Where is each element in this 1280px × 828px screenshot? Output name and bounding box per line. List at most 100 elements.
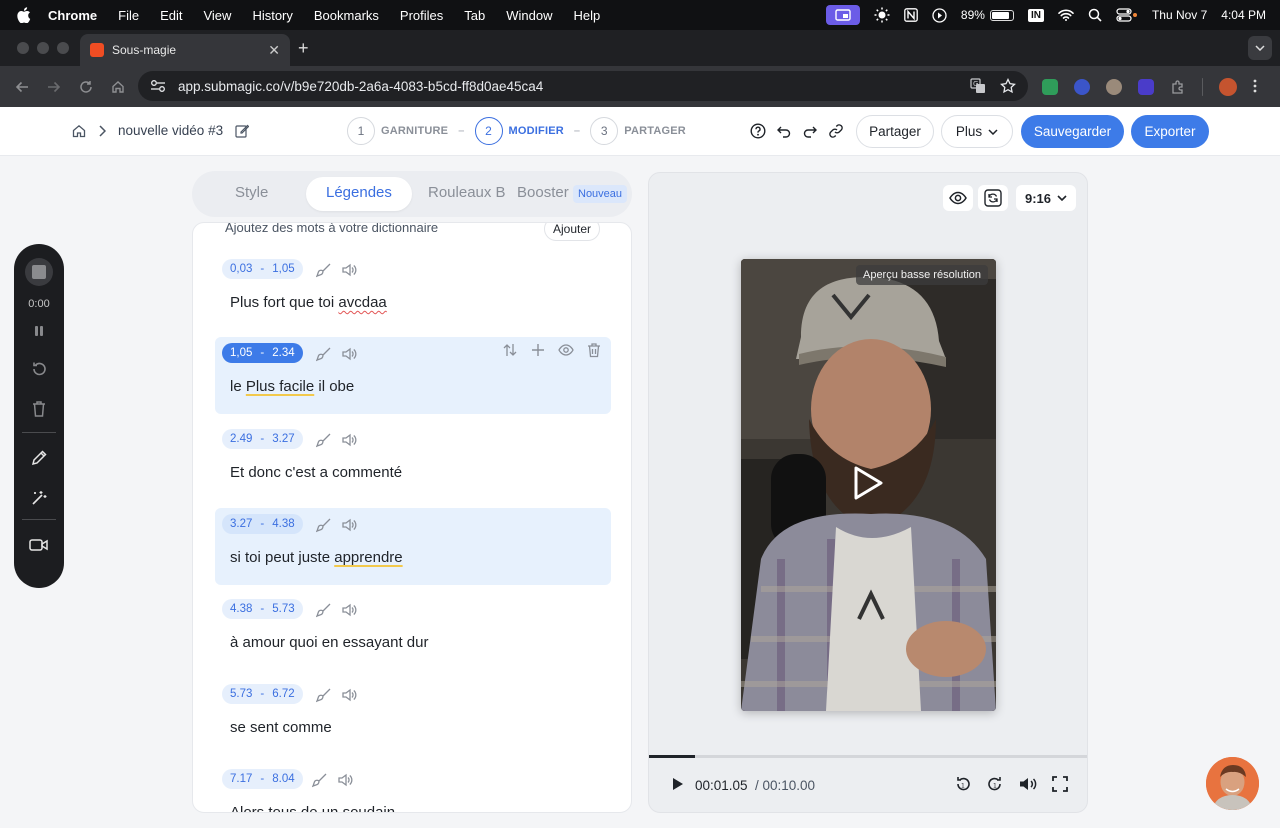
apple-icon[interactable] bbox=[0, 7, 48, 23]
maximize-window-button[interactable] bbox=[57, 42, 69, 54]
brush-icon[interactable] bbox=[316, 262, 332, 278]
more-button[interactable]: Plus bbox=[941, 115, 1013, 148]
project-name[interactable]: nouvelle vidéo #3 bbox=[118, 123, 223, 138]
share-button[interactable]: Partager bbox=[856, 115, 934, 148]
forward-icon[interactable]: 1 bbox=[986, 775, 1004, 793]
extension-avatar-icon[interactable] bbox=[1106, 79, 1122, 95]
tab-booster[interactable]: Booster bbox=[517, 184, 569, 201]
caption-text[interactable]: Alors tous de un soudain bbox=[230, 804, 395, 812]
camera-icon[interactable] bbox=[29, 538, 49, 552]
reload-icon[interactable] bbox=[70, 80, 102, 94]
step-1-number[interactable]: 1 bbox=[347, 117, 375, 145]
tab-style[interactable]: Style bbox=[235, 184, 268, 201]
input-source-badge[interactable]: IN bbox=[1027, 8, 1044, 22]
rewind-icon[interactable]: 1 bbox=[954, 775, 972, 793]
tab-broll[interactable]: Rouleaux B bbox=[428, 184, 506, 201]
restart-icon[interactable] bbox=[30, 360, 48, 378]
home-icon[interactable] bbox=[72, 124, 86, 138]
step-3-number[interactable]: 3 bbox=[590, 117, 619, 145]
speaker-icon[interactable] bbox=[341, 432, 357, 448]
back-icon[interactable] bbox=[6, 80, 38, 94]
menu-edit[interactable]: Edit bbox=[160, 8, 182, 23]
caption-timestamp[interactable]: 0,03-1,05 bbox=[222, 259, 303, 279]
stop-recording-button[interactable] bbox=[25, 258, 53, 286]
trash-icon[interactable] bbox=[31, 400, 47, 418]
link-icon[interactable] bbox=[828, 123, 844, 139]
trash-icon[interactable] bbox=[587, 342, 601, 358]
caption-timestamp[interactable]: 3.27-4.38 bbox=[222, 514, 303, 534]
caption-text[interactable]: le Plus facile il obe bbox=[230, 378, 354, 395]
brightness-icon[interactable] bbox=[874, 7, 890, 23]
menubar-date[interactable]: Thu Nov 7 bbox=[1152, 8, 1207, 22]
caption-text[interactable]: à amour quoi en essayant dur bbox=[230, 634, 428, 651]
translate-icon[interactable]: G bbox=[970, 78, 986, 94]
caption-item-selected[interactable]: 1,05-2.34 le Plus facile il obe bbox=[215, 337, 611, 414]
play-overlay-icon[interactable] bbox=[849, 465, 885, 501]
search-icon[interactable] bbox=[1088, 8, 1102, 22]
pause-icon[interactable] bbox=[32, 324, 46, 338]
brush-icon[interactable] bbox=[316, 346, 332, 362]
wifi-icon[interactable] bbox=[1058, 9, 1074, 21]
forward-icon[interactable] bbox=[38, 80, 70, 94]
volume-icon[interactable] bbox=[1018, 775, 1038, 793]
close-tab-icon[interactable]: ✕ bbox=[268, 42, 280, 59]
step-2-number[interactable]: 2 bbox=[474, 117, 503, 145]
play-circle-icon[interactable] bbox=[932, 7, 947, 23]
menu-window[interactable]: Window bbox=[506, 8, 552, 23]
address-bar[interactable]: app.submagic.co/v/b9e720db-2a6a-4083-b5c… bbox=[138, 71, 1028, 101]
caption-item[interactable]: 0,03-1,05 Plus fort que toi avcdaa bbox=[215, 253, 611, 330]
caption-timestamp[interactable]: 4.38-5.73 bbox=[222, 599, 303, 619]
menu-file[interactable]: File bbox=[118, 8, 139, 23]
new-tab-icon[interactable]: + bbox=[298, 38, 309, 59]
fullscreen-icon[interactable] bbox=[1051, 775, 1069, 793]
menu-chrome[interactable]: Chrome bbox=[48, 8, 97, 23]
tab-search-button[interactable] bbox=[1248, 36, 1272, 60]
close-window-button[interactable] bbox=[17, 42, 29, 54]
control-center-icon[interactable] bbox=[1116, 8, 1138, 22]
caption-timestamp[interactable]: 2.49-3.27 bbox=[222, 429, 303, 449]
extension-vd-icon[interactable] bbox=[1074, 79, 1090, 95]
swap-icon[interactable] bbox=[502, 342, 518, 358]
extension-purple-icon[interactable] bbox=[1138, 79, 1154, 95]
caption-timestamp[interactable]: 5.73-6.72 bbox=[222, 684, 303, 704]
browser-tab[interactable]: Sous-magie ✕ bbox=[80, 34, 290, 66]
menubar-time[interactable]: 4:04 PM bbox=[1221, 8, 1266, 22]
menu-history[interactable]: History bbox=[252, 8, 292, 23]
caption-text[interactable]: Plus fort que toi avcdaa bbox=[230, 294, 387, 311]
brush-icon[interactable] bbox=[316, 602, 332, 618]
play-icon[interactable] bbox=[671, 775, 685, 793]
speaker-icon[interactable] bbox=[341, 262, 357, 278]
home-icon[interactable] bbox=[102, 80, 134, 94]
video-progress-bar[interactable] bbox=[649, 755, 1087, 758]
caption-timestamp[interactable]: 1,05-2.34 bbox=[222, 343, 303, 363]
minimize-window-button[interactable] bbox=[37, 42, 49, 54]
speaker-icon[interactable] bbox=[337, 772, 353, 788]
caption-text[interactable]: Et donc c'est a commenté bbox=[230, 464, 402, 481]
refresh-icon[interactable] bbox=[978, 185, 1008, 211]
tab-captions[interactable]: Légendes bbox=[306, 177, 412, 211]
extensions-puzzle-icon[interactable] bbox=[1170, 79, 1186, 95]
save-button[interactable]: Sauvegarder bbox=[1021, 115, 1124, 148]
magic-wand-icon[interactable] bbox=[30, 489, 48, 507]
brush-icon[interactable] bbox=[316, 432, 332, 448]
brush-icon[interactable] bbox=[316, 687, 332, 703]
caption-item[interactable]: 5.73-6.72 se sent comme bbox=[215, 678, 611, 755]
caption-item[interactable]: 2.49-3.27 Et donc c'est a commenté bbox=[215, 423, 611, 500]
add-dictionary-button[interactable]: Ajouter bbox=[544, 223, 600, 241]
undo-icon[interactable] bbox=[776, 123, 792, 139]
eye-icon[interactable] bbox=[943, 185, 973, 211]
speaker-icon[interactable] bbox=[341, 346, 357, 362]
menu-bookmarks[interactable]: Bookmarks bbox=[314, 8, 379, 23]
menu-tab[interactable]: Tab bbox=[464, 8, 485, 23]
caption-text[interactable]: si toi peut juste apprendre bbox=[230, 549, 403, 566]
bookmark-star-icon[interactable] bbox=[1000, 78, 1016, 94]
speaker-icon[interactable] bbox=[341, 687, 357, 703]
redo-icon[interactable] bbox=[802, 123, 818, 139]
eye-icon[interactable] bbox=[558, 342, 574, 358]
edit-pencil-icon[interactable] bbox=[235, 124, 250, 138]
battery-indicator[interactable]: 89% bbox=[961, 8, 1014, 22]
caption-item[interactable]: 7.17-8.04 Alors tous de un soudain bbox=[215, 763, 611, 812]
video-preview[interactable]: Aperçu basse résolution bbox=[741, 259, 996, 711]
brush-icon[interactable] bbox=[312, 772, 328, 788]
pen-icon[interactable] bbox=[30, 449, 48, 467]
